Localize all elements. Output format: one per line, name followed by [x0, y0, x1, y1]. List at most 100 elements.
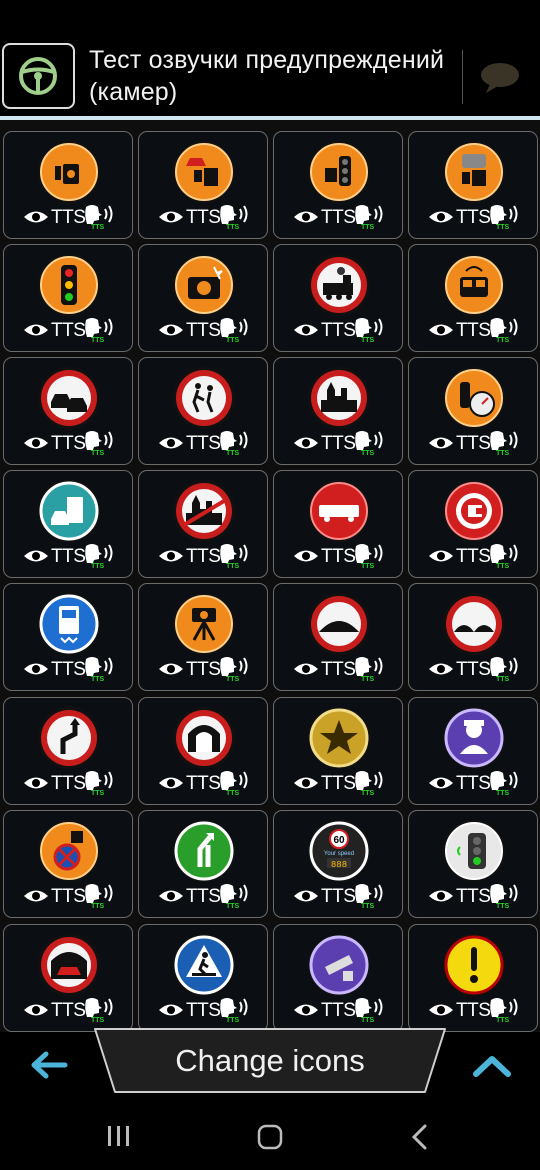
- eye-icon[interactable]: [158, 775, 184, 791]
- tripod-camera-icon[interactable]: [172, 592, 236, 656]
- icon-cell[interactable]: TTS TTS: [3, 244, 133, 352]
- eye-icon[interactable]: [158, 661, 184, 677]
- photo-camera-icon[interactable]: [172, 253, 236, 317]
- eye-icon[interactable]: [428, 209, 454, 225]
- speed-bump-icon[interactable]: [307, 592, 371, 656]
- mobile-camera-icon[interactable]: [442, 140, 506, 204]
- eye-icon[interactable]: [23, 775, 49, 791]
- tts-label[interactable]: TTS: [186, 659, 221, 681]
- tts-label[interactable]: TTS: [51, 1000, 86, 1022]
- icon-cell[interactable]: TTS TTS: [138, 357, 268, 465]
- pedestrian-crossing-icon[interactable]: [172, 933, 236, 997]
- tts-label[interactable]: TTS: [51, 433, 86, 455]
- eye-icon[interactable]: [158, 888, 184, 904]
- eye-icon[interactable]: [428, 775, 454, 791]
- eye-icon[interactable]: [293, 661, 319, 677]
- tts-label[interactable]: TTS: [51, 320, 86, 342]
- eye-icon[interactable]: [293, 548, 319, 564]
- favorite-star-icon[interactable]: [307, 706, 371, 770]
- congestion-charge-icon[interactable]: [442, 479, 506, 543]
- tts-label[interactable]: TTS: [51, 546, 86, 568]
- steering-wheel-button[interactable]: [2, 43, 75, 109]
- speaking-head-icon[interactable]: [84, 203, 116, 225]
- tts-label[interactable]: TTS: [186, 433, 221, 455]
- icon-cell[interactable]: TTS TTS: [408, 244, 538, 352]
- tts-label[interactable]: TTS: [321, 433, 356, 455]
- speaking-head-icon[interactable]: [354, 996, 386, 1018]
- no-stopping-camera-icon[interactable]: [37, 819, 101, 883]
- eye-icon[interactable]: [158, 1002, 184, 1018]
- chevron-up-icon[interactable]: [472, 1052, 512, 1078]
- speaking-head-icon[interactable]: [354, 429, 386, 451]
- tts-label[interactable]: TTS: [186, 773, 221, 795]
- tts-label[interactable]: TTS: [321, 886, 356, 908]
- eye-icon[interactable]: [293, 435, 319, 451]
- bus-lane-camera-icon[interactable]: [442, 253, 506, 317]
- eye-icon[interactable]: [23, 548, 49, 564]
- speaking-head-icon[interactable]: [489, 203, 521, 225]
- icon-cell[interactable]: TTS TTS: [408, 924, 538, 1032]
- icon-cell[interactable]: TTS TTS: [3, 470, 133, 578]
- tts-label[interactable]: TTS: [321, 546, 356, 568]
- traffic-light-camera-icon[interactable]: [307, 140, 371, 204]
- tts-label[interactable]: TTS: [186, 1000, 221, 1022]
- speaking-head-icon[interactable]: [84, 316, 116, 338]
- eye-icon[interactable]: [428, 888, 454, 904]
- icon-cell[interactable]: TTS TTS: [138, 924, 268, 1032]
- speaking-head-icon[interactable]: [219, 769, 251, 791]
- speed-camera-icon[interactable]: [37, 140, 101, 204]
- back-icon[interactable]: [410, 1124, 430, 1150]
- tts-label[interactable]: TTS: [186, 546, 221, 568]
- wall-camera-icon[interactable]: [307, 933, 371, 997]
- icon-cell[interactable]: TTS TTS: [138, 131, 268, 239]
- tts-label[interactable]: TTS: [456, 886, 491, 908]
- tts-label[interactable]: TTS: [456, 207, 491, 229]
- toll-road-icon[interactable]: [37, 479, 101, 543]
- back-arrow-icon[interactable]: [28, 1048, 68, 1082]
- speaking-head-icon[interactable]: [354, 316, 386, 338]
- icon-cell[interactable]: TTS TTS: [408, 470, 538, 578]
- icon-cell[interactable]: TTS TTS: [408, 131, 538, 239]
- your-speed-icon[interactable]: 60 Your speed 888: [307, 819, 371, 883]
- tts-label[interactable]: TTS: [456, 1000, 491, 1022]
- speaking-head-icon[interactable]: [219, 655, 251, 677]
- speaking-head-icon[interactable]: [219, 542, 251, 564]
- home-icon[interactable]: [257, 1124, 283, 1150]
- eye-icon[interactable]: [23, 1002, 49, 1018]
- police-icon[interactable]: [442, 706, 506, 770]
- icon-cell[interactable]: TTS TTS: [138, 583, 268, 691]
- recent-apps-icon[interactable]: [106, 1124, 132, 1148]
- speaking-head-icon[interactable]: [354, 203, 386, 225]
- eye-icon[interactable]: [23, 322, 49, 338]
- speaking-head-icon[interactable]: [489, 316, 521, 338]
- tts-label[interactable]: TTS: [51, 207, 86, 229]
- railway-crossing-icon[interactable]: [307, 253, 371, 317]
- icon-cell[interactable]: TTS TTS: [3, 583, 133, 691]
- tts-label[interactable]: TTS: [456, 320, 491, 342]
- eye-icon[interactable]: [293, 888, 319, 904]
- speaking-head-icon[interactable]: [219, 996, 251, 1018]
- tts-label[interactable]: TTS: [186, 207, 221, 229]
- speaking-head-icon[interactable]: [84, 882, 116, 904]
- eye-icon[interactable]: [293, 1002, 319, 1018]
- icon-cell[interactable]: TTS TTS: [273, 924, 403, 1032]
- icon-cell[interactable]: TTS TTS: [138, 810, 268, 918]
- eye-icon[interactable]: [23, 888, 49, 904]
- icon-cell[interactable]: TTS TTS: [273, 357, 403, 465]
- speaking-head-icon[interactable]: [489, 769, 521, 791]
- truck-weight-icon[interactable]: [37, 592, 101, 656]
- accident-icon[interactable]: [37, 366, 101, 430]
- green-light-icon[interactable]: [442, 819, 506, 883]
- eye-icon[interactable]: [158, 435, 184, 451]
- tunnel-icon[interactable]: [172, 706, 236, 770]
- tts-label[interactable]: TTS: [321, 207, 356, 229]
- speaking-head-icon[interactable]: [84, 769, 116, 791]
- lane-change-icon[interactable]: [172, 819, 236, 883]
- speaking-head-icon[interactable]: [354, 769, 386, 791]
- speaking-head-icon[interactable]: [489, 996, 521, 1018]
- icon-cell[interactable]: TTS TTS: [3, 924, 133, 1032]
- speaking-head-icon[interactable]: [354, 542, 386, 564]
- tts-label[interactable]: TTS: [186, 886, 221, 908]
- traffic-light-speedometer-icon[interactable]: [442, 366, 506, 430]
- speed-camera-car-icon[interactable]: [172, 140, 236, 204]
